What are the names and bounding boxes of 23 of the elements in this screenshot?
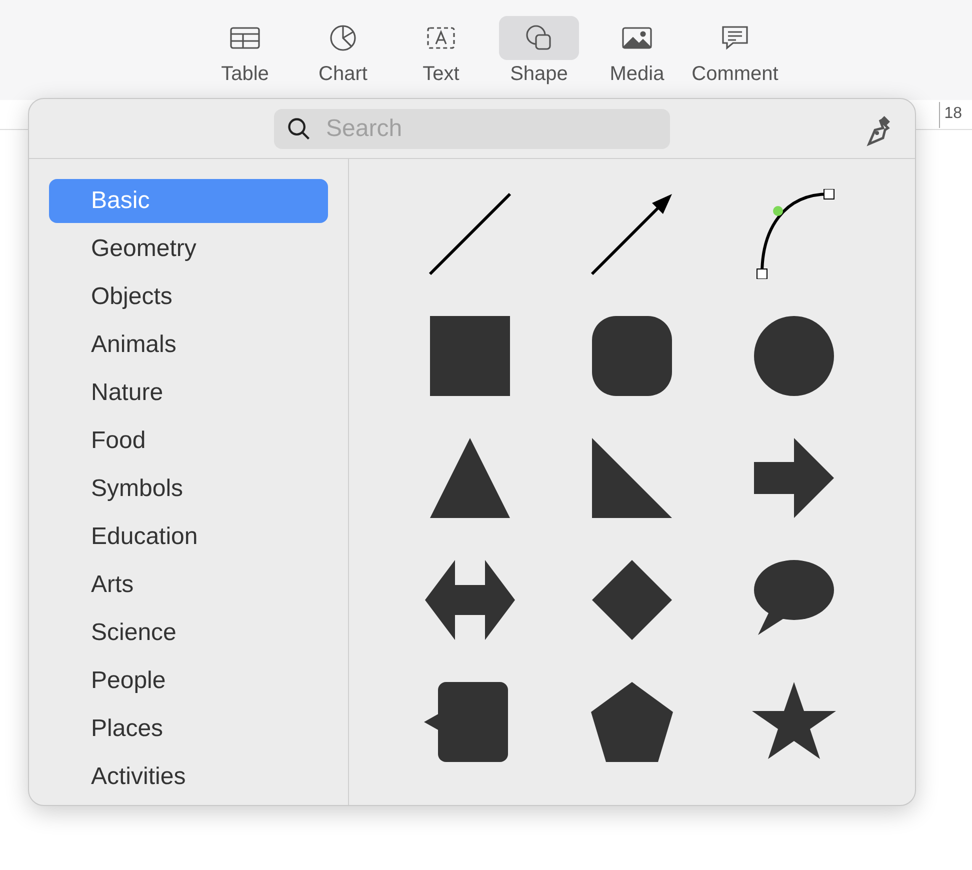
ruler-number: 18 (939, 102, 962, 128)
toolbar-label: Media (610, 62, 664, 86)
category-item[interactable]: Symbols (49, 467, 328, 511)
category-item[interactable]: Food (49, 419, 328, 463)
search-icon (286, 116, 312, 142)
category-item[interactable]: People (49, 659, 328, 703)
category-item[interactable]: Animals (49, 323, 328, 367)
search-field[interactable]: Search (274, 108, 670, 148)
category-item[interactable]: Objects (49, 275, 328, 319)
toolbar-label: Text (422, 62, 460, 86)
category-item[interactable]: Geometry (49, 227, 328, 271)
category-item[interactable]: Activities (49, 755, 328, 799)
category-item[interactable]: Places (49, 707, 328, 751)
toolbar-button[interactable] (499, 16, 579, 60)
category-item[interactable]: Arts (49, 563, 328, 607)
category-item[interactable]: Education (49, 515, 328, 559)
toolbar-label: Shape (510, 62, 568, 86)
category-item[interactable]: Nature (49, 371, 328, 415)
chart-icon (327, 22, 359, 54)
toolbar-label: Table (221, 62, 269, 86)
toolbar-label: Comment (692, 62, 778, 86)
category-item[interactable]: Science (49, 611, 328, 655)
toolbar-label: Chart (318, 62, 368, 86)
